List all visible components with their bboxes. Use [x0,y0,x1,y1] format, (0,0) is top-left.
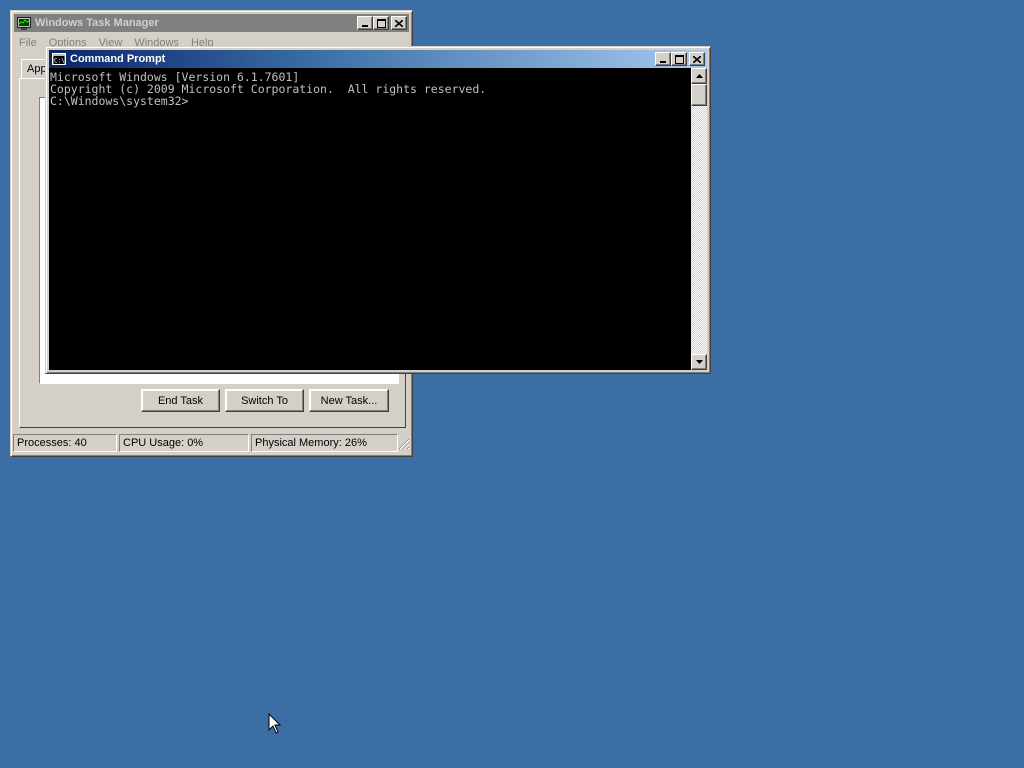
command-prompt-titlebar[interactable]: C:\ Command Prompt [49,50,707,68]
window-title: Windows Task Manager [35,17,159,29]
close-button[interactable] [689,52,705,66]
scroll-down-button[interactable] [691,354,707,370]
arrow-up-icon [695,74,703,78]
status-physical-memory: Physical Memory: 26% [251,434,398,452]
close-icon [693,55,701,63]
maximize-button[interactable] [373,16,389,30]
menu-file[interactable]: File [17,35,43,53]
console-icon: C:\ [52,52,66,65]
minimize-icon [660,60,666,63]
vertical-scrollbar[interactable] [691,68,707,370]
console-prompt-line: C:\Windows\system32> [50,94,189,108]
end-task-button[interactable]: End Task [141,389,220,412]
switch-to-button[interactable]: Switch To [225,389,304,412]
status-processes: Processes: 40 [13,434,117,452]
minimize-icon [362,24,368,27]
task-manager-icon [17,16,31,30]
window-title: Command Prompt [70,53,166,65]
new-task-button[interactable]: New Task... [309,389,389,412]
scroll-up-button[interactable] [691,68,707,84]
maximize-icon [376,18,386,28]
close-icon [395,19,403,27]
status-cpu-usage: CPU Usage: 0% [119,434,249,452]
scroll-thumb[interactable] [691,84,707,106]
minimize-button[interactable] [357,16,373,30]
mouse-cursor-icon [268,713,282,734]
svg-text:C:\: C:\ [54,57,65,64]
command-prompt-window[interactable]: C:\ Command Prompt Microsoft Windows [Ve… [45,46,711,374]
tab-applications-label: App [27,63,47,75]
close-button[interactable] [391,16,407,30]
maximize-icon [674,54,684,64]
resize-grip-icon[interactable] [397,437,410,450]
maximize-button[interactable] [671,52,687,66]
task-manager-titlebar[interactable]: Windows Task Manager [14,14,409,32]
minimize-button[interactable] [655,52,671,66]
arrow-down-icon [695,360,703,364]
console-output[interactable]: Microsoft Windows [Version 6.1.7601] Copy… [49,68,691,370]
